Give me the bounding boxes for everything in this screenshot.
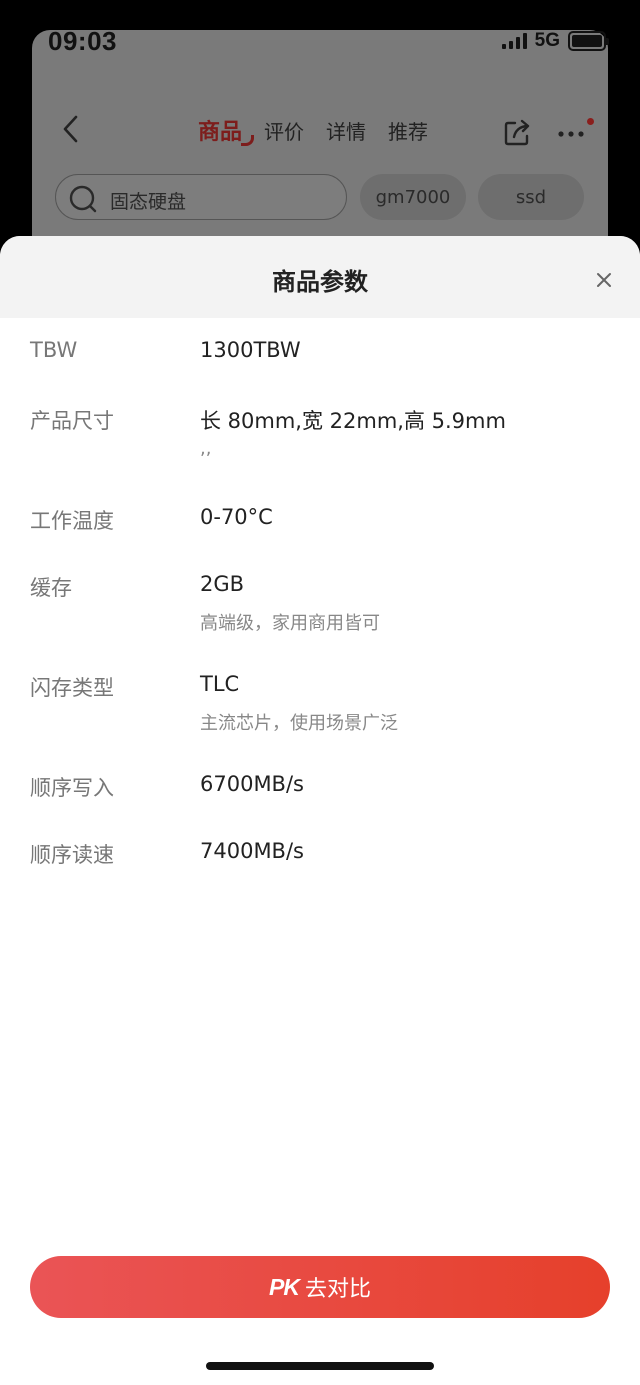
more-icon[interactable] <box>556 120 586 146</box>
product-nav-bar: 商品 评价 详情 推荐 <box>32 100 594 160</box>
tab-details[interactable]: 详情 <box>326 116 366 145</box>
param-value: 0-70°C <box>200 505 273 529</box>
battery-icon <box>568 31 609 51</box>
search-row: 固态硬盘 gm7000 ssd <box>55 174 608 222</box>
pk-logo: PK <box>269 1273 300 1300</box>
param-label: 顺序读速 <box>30 843 114 867</box>
tab-product[interactable]: 商品 <box>198 114 255 146</box>
param-value: 7400MB/s <box>200 839 304 863</box>
param-value: 1300TBW <box>200 338 301 362</box>
param-label: 缓存 <box>30 576 72 600</box>
sheet-title: 商品参数 <box>272 268 368 296</box>
product-params-sheet: 商品参数 TBW 1300TBW 产品尺寸 长 80mm,宽 22mm,高 5.… <box>0 236 640 1385</box>
param-desc: 主流芯片，使用场景广泛 <box>200 713 398 734</box>
param-value: TLC <box>200 672 240 696</box>
status-time: 09:03 <box>48 26 117 56</box>
back-arrow-icon[interactable] <box>56 114 86 144</box>
tab-recommend[interactable]: 推荐 <box>388 116 428 145</box>
param-value: 6700MB/s <box>200 772 304 796</box>
network-type: 5G <box>534 30 560 51</box>
param-value: 2GB <box>200 572 245 596</box>
product-tabs: 商品 评价 详情 推荐 <box>198 114 428 146</box>
compare-button[interactable]: PK 去对比 <box>30 1256 610 1318</box>
search-chip-gm7000[interactable]: gm7000 <box>360 174 466 220</box>
home-indicator <box>206 1362 434 1370</box>
param-desc: ,, <box>200 438 212 459</box>
param-label: 工作温度 <box>30 509 114 533</box>
background-page: 商品 评价 详情 推荐 固态硬盘 gm7000 ssd <box>32 30 608 260</box>
tab-reviews[interactable]: 评价 <box>264 116 304 145</box>
notification-dot <box>587 118 594 125</box>
param-label: TBW <box>30 338 78 362</box>
param-label: 闪存类型 <box>30 676 114 700</box>
signal-icon <box>501 33 527 49</box>
status-indicators: 5G <box>501 30 609 52</box>
param-label: 产品尺寸 <box>30 409 114 433</box>
close-icon[interactable] <box>592 268 616 292</box>
param-desc: 高端级，家用商用皆可 <box>200 613 380 634</box>
search-input[interactable]: 固态硬盘 <box>55 174 347 220</box>
param-value: 长 80mm,宽 22mm,高 5.9mm <box>200 409 506 433</box>
search-query-text: 固态硬盘 <box>110 191 187 213</box>
sheet-header: 商品参数 <box>0 236 640 318</box>
share-icon[interactable] <box>502 118 532 148</box>
search-icon <box>69 185 97 213</box>
param-label: 顺序写入 <box>30 776 114 800</box>
search-chip-ssd[interactable]: ssd <box>478 174 584 220</box>
status-bar: 09:03 5G <box>0 0 640 60</box>
compare-button-label: 去对比 <box>304 1277 371 1302</box>
